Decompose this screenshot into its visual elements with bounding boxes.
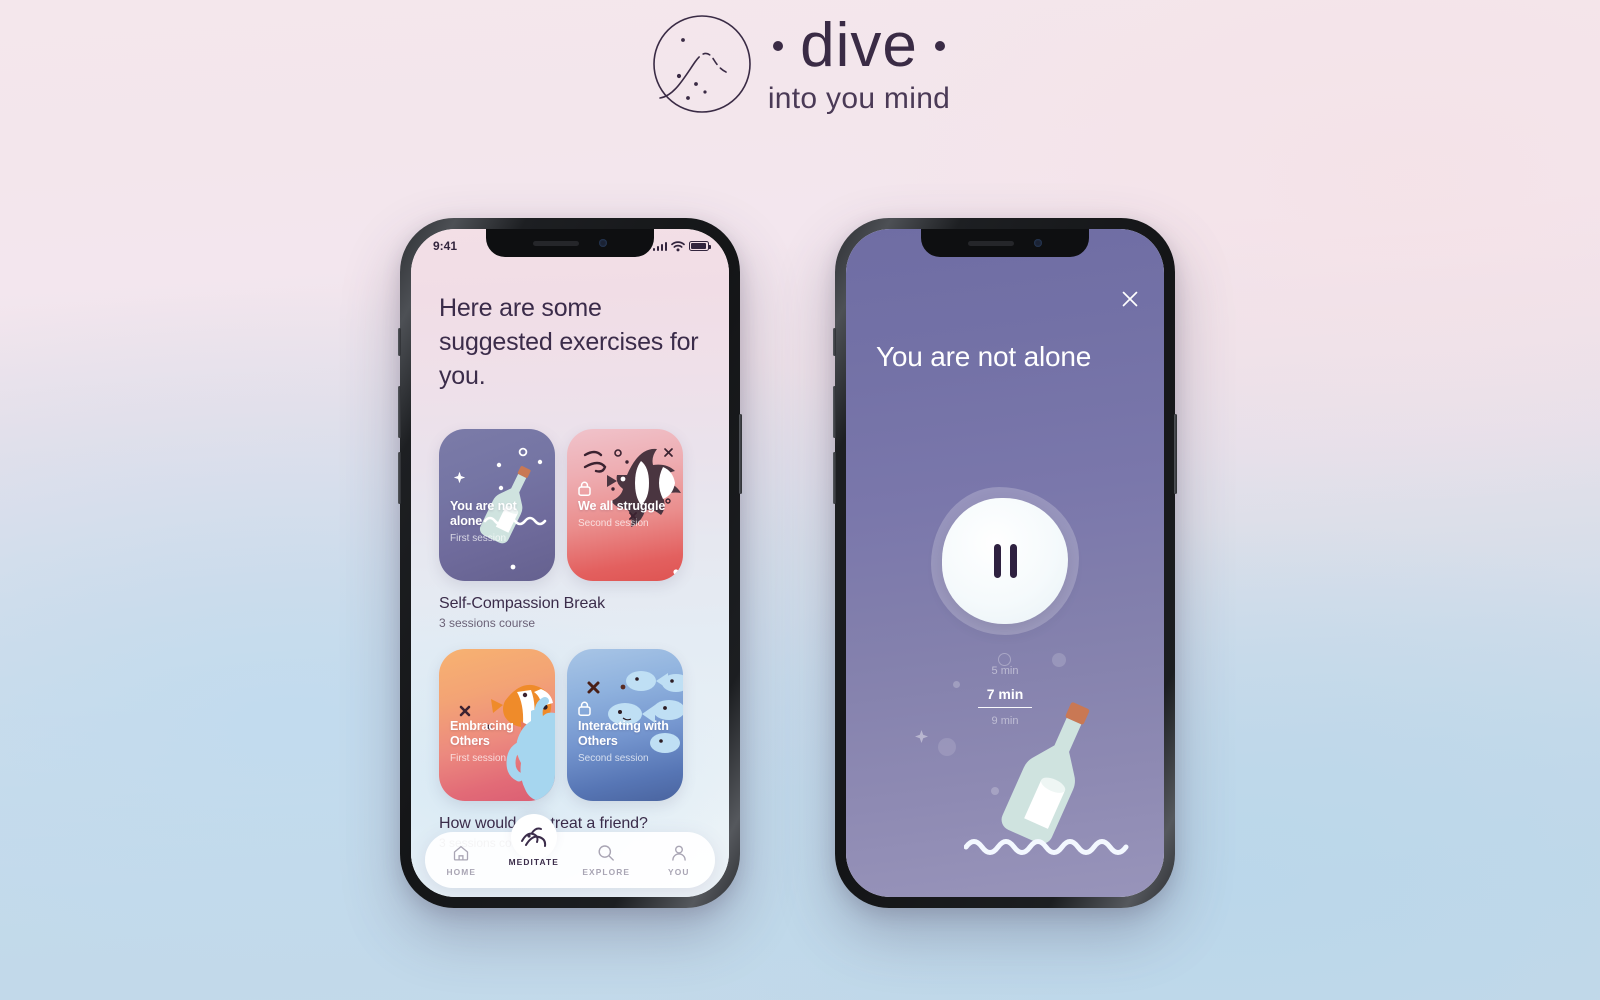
volume-up-button[interactable] (833, 386, 836, 438)
wave-icon (510, 813, 557, 860)
exercise-card-we-all-struggle[interactable]: We all struggle Second session (567, 429, 683, 581)
duration-option-selected[interactable]: 7 min (978, 682, 1032, 708)
battery-icon (689, 241, 711, 251)
tab-explore[interactable]: EXPLORE (570, 844, 643, 877)
play-pause-button[interactable] (931, 487, 1079, 635)
brand-tagline: into you mind (767, 81, 951, 115)
session-title: You are not alone (876, 341, 1092, 372)
tab-label: HOME (446, 866, 477, 877)
card-session: First session (450, 532, 507, 544)
sparkle-icon (915, 730, 928, 743)
volume-down-button[interactable] (833, 452, 836, 504)
suggested-exercises-screen: 9:41 Here are some suggested exercises f… (411, 229, 729, 897)
tab-meditate[interactable]: MEDITATE (498, 813, 571, 867)
signal-bars-icon (652, 241, 667, 251)
phone-left-screen: 9:41 Here are some suggested exercises f… (411, 229, 729, 897)
lock-icon (578, 701, 591, 716)
card-title: Interacting with Others (578, 719, 669, 748)
card-session: Second session (578, 517, 649, 529)
exercise-card-embracing-others[interactable]: Embracing Others First session (439, 649, 555, 801)
brand-name: dive (800, 10, 918, 80)
status-time: 9:41 (433, 239, 458, 253)
volume-down-button[interactable] (398, 452, 401, 504)
page-title: Here are some suggested exercises for yo… (439, 294, 699, 390)
exercise-card-interacting-with-others[interactable]: Interacting with Others Second session (567, 649, 683, 801)
notch (486, 229, 654, 257)
card-session: Second session (578, 752, 649, 764)
course-self-compassion-break: You are not alone First session We all s… (439, 429, 729, 630)
home-icon (452, 844, 470, 863)
tab-home[interactable]: HOME (425, 844, 498, 877)
course-title: Self-Compassion Break (439, 595, 605, 612)
power-button[interactable] (1174, 414, 1177, 494)
phone-right-screen: You are not alone 5 min 7 min 9 min (846, 229, 1164, 897)
tab-label: MEDITATE (508, 857, 559, 867)
search-icon (597, 844, 615, 863)
person-icon (670, 844, 688, 863)
card-title: We all struggle (578, 499, 666, 513)
duration-picker[interactable]: 5 min 7 min 9 min (945, 661, 1065, 731)
bottom-tab-bar: HOME MEDITATE EXPLORE YOU (425, 813, 716, 888)
mute-switch[interactable] (833, 328, 836, 356)
bubble-icon (938, 738, 956, 756)
notch (921, 229, 1089, 257)
course-how-would-you-treat-a-friend: Embracing Others First session Interacti… (439, 649, 729, 850)
wifi-icon (671, 240, 685, 251)
mute-switch[interactable] (398, 328, 401, 356)
logo-bullet-right (934, 40, 945, 51)
course-subtitle: 3 sessions course (439, 616, 536, 630)
brand-logo: dive into you mind (0, 12, 1600, 116)
phone-right: You are not alone 5 min 7 min 9 min (833, 218, 1177, 908)
course-title: How would you treat a friend? (439, 815, 648, 832)
tab-label: YOU (668, 866, 690, 877)
power-button[interactable] (739, 414, 742, 494)
volume-up-button[interactable] (398, 386, 401, 438)
lock-icon (578, 481, 591, 496)
card-session: First session (450, 752, 507, 764)
close-icon[interactable] (1118, 287, 1142, 311)
exercise-card-you-are-not-alone[interactable]: You are not alone First session (439, 429, 555, 581)
tab-you[interactable]: YOU (643, 844, 716, 877)
pause-icon (942, 498, 1068, 624)
sparkle-icon (453, 471, 466, 484)
duration-option[interactable]: 5 min (945, 661, 1065, 681)
logo-bullet-left (773, 40, 784, 51)
tab-label: EXPLORE (582, 866, 631, 877)
meditation-player-screen: You are not alone 5 min 7 min 9 min (846, 229, 1164, 897)
phone-left: 9:41 Here are some suggested exercises f… (398, 218, 742, 908)
card-title: Embracing Others (450, 719, 514, 748)
circle-wave-dots-icon (653, 15, 751, 113)
card-title: You are not alone (450, 499, 517, 528)
duration-option[interactable]: 9 min (945, 711, 1065, 731)
